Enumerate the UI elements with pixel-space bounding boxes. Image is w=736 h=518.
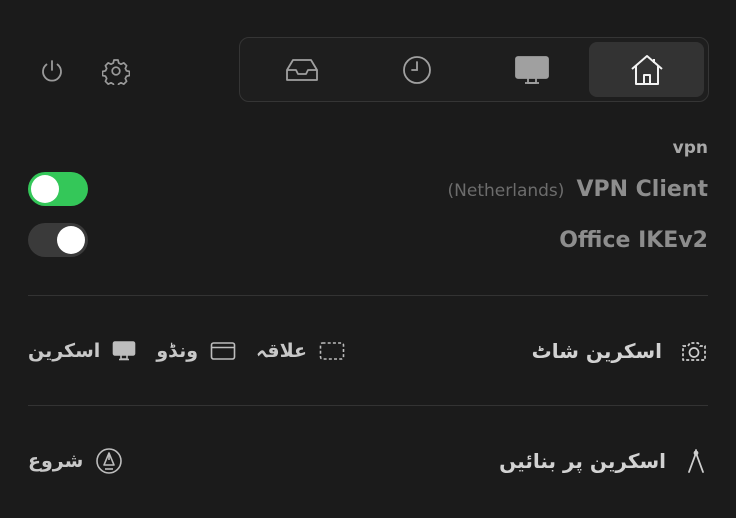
toggle-knob — [31, 175, 59, 203]
power-icon[interactable] — [36, 55, 68, 87]
screenshot-row: اسکرین ونڈو علاقہ اسکرین شاٹ — [28, 331, 708, 371]
home-icon — [629, 53, 665, 87]
tab-history[interactable] — [359, 42, 474, 97]
tab-inbox[interactable] — [244, 42, 359, 97]
tab-display[interactable] — [474, 42, 589, 97]
screenshot-window-option[interactable]: ونڈو — [156, 340, 236, 362]
divider — [28, 295, 708, 296]
window-icon — [210, 341, 236, 361]
vpn-connection-label: Office IKEv2 — [559, 227, 708, 253]
screenshot-title: اسکرین شاٹ — [532, 338, 708, 364]
screenshot-area-option[interactable]: علاقہ — [256, 340, 345, 362]
vpn-client-toggle[interactable] — [28, 172, 88, 206]
vpn-connection-row: Office IKEv2 — [28, 222, 708, 258]
vpn-connection-detail: (Netherlands) — [447, 180, 565, 201]
compass-draw-icon — [684, 447, 708, 475]
pen-nib-circle-icon — [95, 447, 123, 475]
vpn-connection-label: VPN Client — [576, 176, 708, 202]
office-ikev2-toggle[interactable] — [28, 223, 88, 257]
vpn-connection-row: (Netherlands) VPN Client — [28, 171, 708, 207]
start-drawing-label: شروع — [28, 450, 84, 472]
start-drawing-button[interactable]: شروع — [28, 447, 123, 475]
control-panel: vpn (Netherlands) VPN Client Office IKEv… — [0, 0, 736, 518]
divider — [28, 405, 708, 406]
tab-bar — [239, 37, 709, 102]
vpn-connection-name: Office IKEv2 — [559, 228, 708, 253]
vpn-connection-name: (Netherlands) VPN Client — [448, 177, 708, 202]
draw-on-screen-row: شروع اسکرین پر بنائیں — [28, 441, 708, 481]
monitor-icon — [112, 340, 136, 362]
clock-icon — [401, 54, 433, 86]
screenshot-options: اسکرین ونڈو علاقہ — [28, 340, 345, 362]
area-option-label: علاقہ — [256, 340, 308, 362]
window-option-label: ونڈو — [156, 340, 199, 362]
draw-on-screen-title: اسکرین پر بنائیں — [499, 447, 708, 475]
screenshot-title-label: اسکرین شاٹ — [531, 339, 662, 363]
draw-title-label: اسکرین پر بنائیں — [499, 449, 666, 473]
gear-icon[interactable] — [100, 55, 132, 87]
area-select-icon — [319, 341, 345, 361]
vpn-section-label: vpn — [672, 138, 708, 158]
display-icon — [514, 54, 550, 86]
camera-icon — [680, 338, 708, 364]
screenshot-screen-option[interactable]: اسکرین — [28, 340, 136, 362]
tab-home[interactable] — [589, 42, 704, 97]
inbox-tray-icon — [284, 56, 320, 84]
screen-option-label: اسکرین — [28, 340, 101, 362]
toggle-knob — [57, 226, 85, 254]
